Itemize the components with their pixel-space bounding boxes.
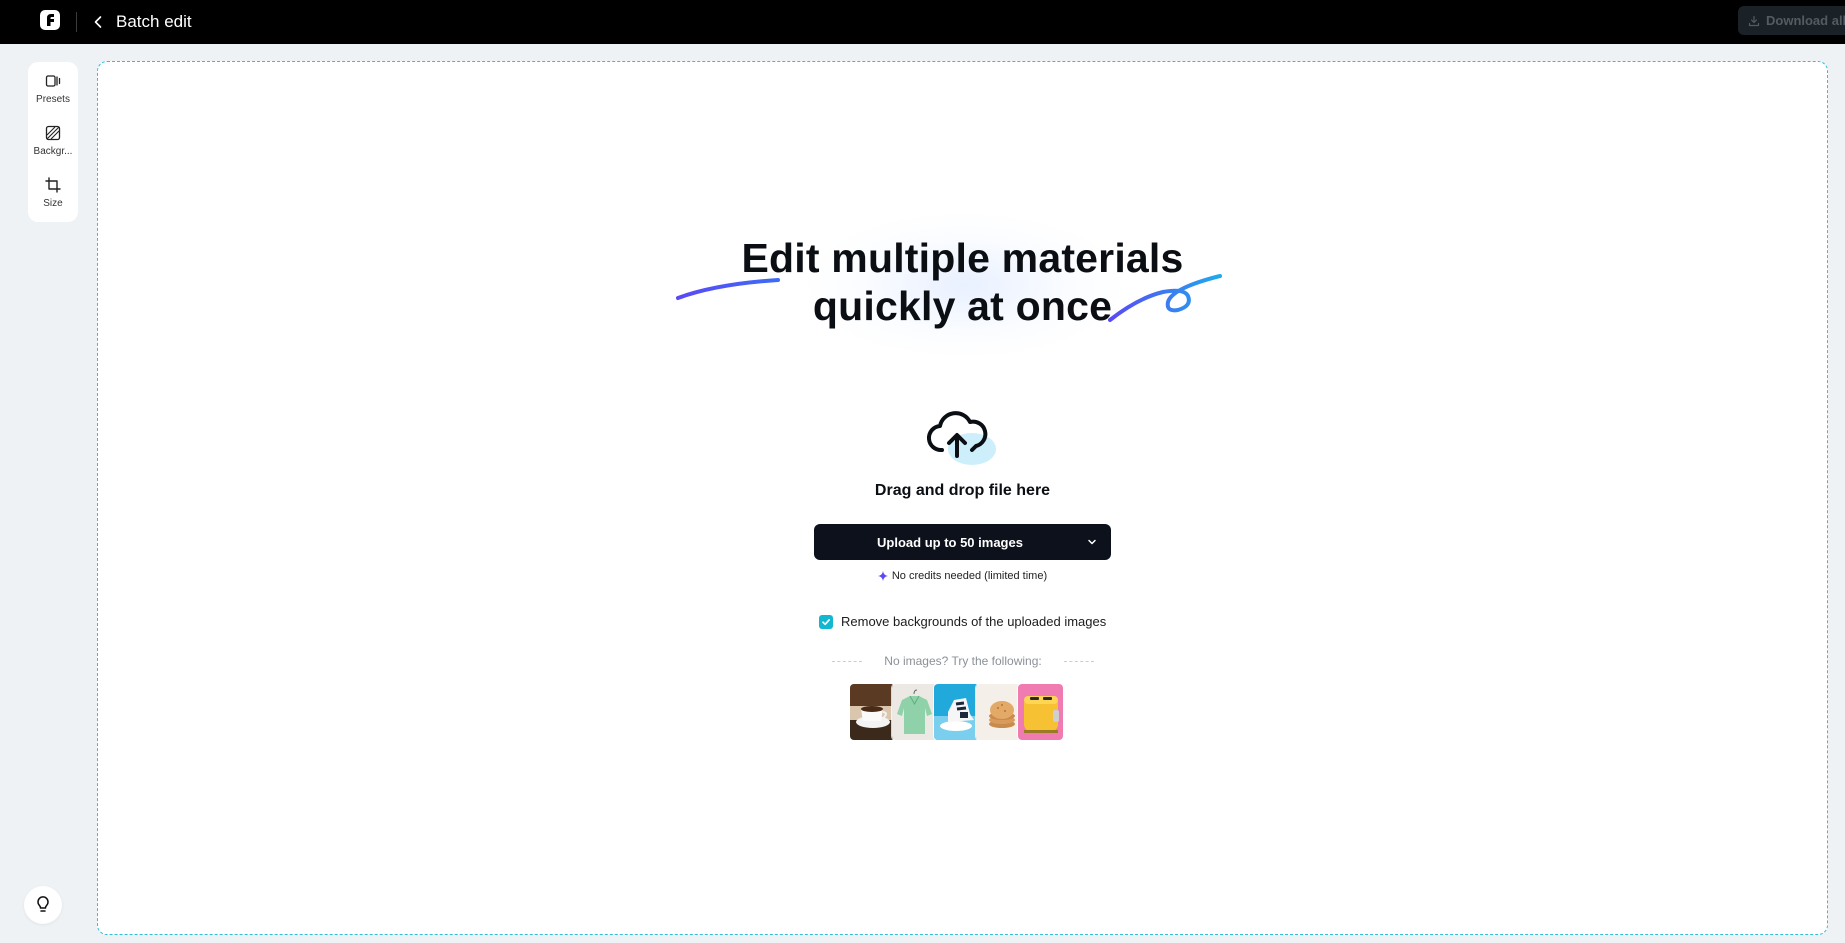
- credits-text: No credits needed (limited time): [891, 570, 1048, 582]
- tool-panel: Presets Backgr... Size: [28, 62, 78, 222]
- remove-bg-option[interactable]: Remove backgrounds of the uploaded image…: [819, 614, 1106, 629]
- sample-coffee-cup[interactable]: [850, 684, 895, 740]
- tool-presets[interactable]: Presets: [28, 62, 78, 114]
- cloud-upload-icon: [927, 411, 996, 465]
- page-title: Batch edit: [116, 12, 192, 31]
- yellow-toaster-sample-icon: [1018, 684, 1063, 740]
- background-icon: [45, 125, 61, 141]
- divider-line-right: [1064, 660, 1094, 662]
- scribble-right-decoration: [1108, 274, 1222, 322]
- green-shirt-sample-icon: [892, 684, 937, 740]
- remove-bg-label: Remove backgrounds of the uploaded image…: [841, 614, 1107, 629]
- download-icon: [1748, 15, 1760, 26]
- upload-images-label: Upload up to 50 images: [877, 534, 1023, 550]
- try-samples-text: No images? Try the following:: [884, 654, 1042, 668]
- tool-size-label: Size: [43, 198, 63, 209]
- download-all-button[interactable]: Download all: [1738, 6, 1845, 35]
- coffee-cup-sample-icon: [850, 684, 895, 740]
- download-all-label: Download all: [1766, 13, 1845, 28]
- sample-images: [850, 684, 1063, 740]
- app-logo-icon[interactable]: [40, 10, 60, 30]
- credits-note: No credits needed (limited time): [800, 570, 1125, 582]
- tool-size[interactable]: Size: [28, 166, 78, 218]
- try-samples-divider: No images? Try the following:: [832, 654, 1094, 668]
- sample-green-shirt[interactable]: [892, 684, 937, 740]
- sparkle-icon: [877, 571, 888, 581]
- back-button[interactable]: [88, 10, 108, 34]
- tool-background[interactable]: Backgr...: [28, 114, 78, 166]
- divider-line-left: [832, 660, 862, 662]
- chevron-down-icon[interactable]: [1086, 536, 1098, 548]
- remove-bg-checkbox[interactable]: [819, 614, 833, 629]
- tool-presets-label: Presets: [36, 94, 70, 105]
- topbar-divider: [76, 12, 77, 32]
- sample-sneaker[interactable]: [934, 684, 979, 740]
- upload-images-button[interactable]: Upload up to 50 images: [814, 524, 1111, 560]
- sample-cookies[interactable]: [976, 684, 1021, 740]
- presets-icon: [45, 75, 61, 87]
- lightbulb-icon: [37, 896, 49, 912]
- sneaker-sample-icon: [934, 684, 979, 740]
- tips-button[interactable]: [24, 886, 62, 924]
- cookies-sample-icon: [976, 684, 1021, 740]
- sample-yellow-toaster[interactable]: [1018, 684, 1063, 740]
- top-bar: Batch edit Download all: [0, 0, 1845, 44]
- tool-background-label: Backgr...: [33, 146, 73, 157]
- checkmark-icon: [822, 618, 830, 625]
- crop-icon: [45, 177, 61, 193]
- chevron-left-icon: [94, 16, 102, 28]
- drag-drop-text: Drag and drop file here: [874, 482, 1051, 499]
